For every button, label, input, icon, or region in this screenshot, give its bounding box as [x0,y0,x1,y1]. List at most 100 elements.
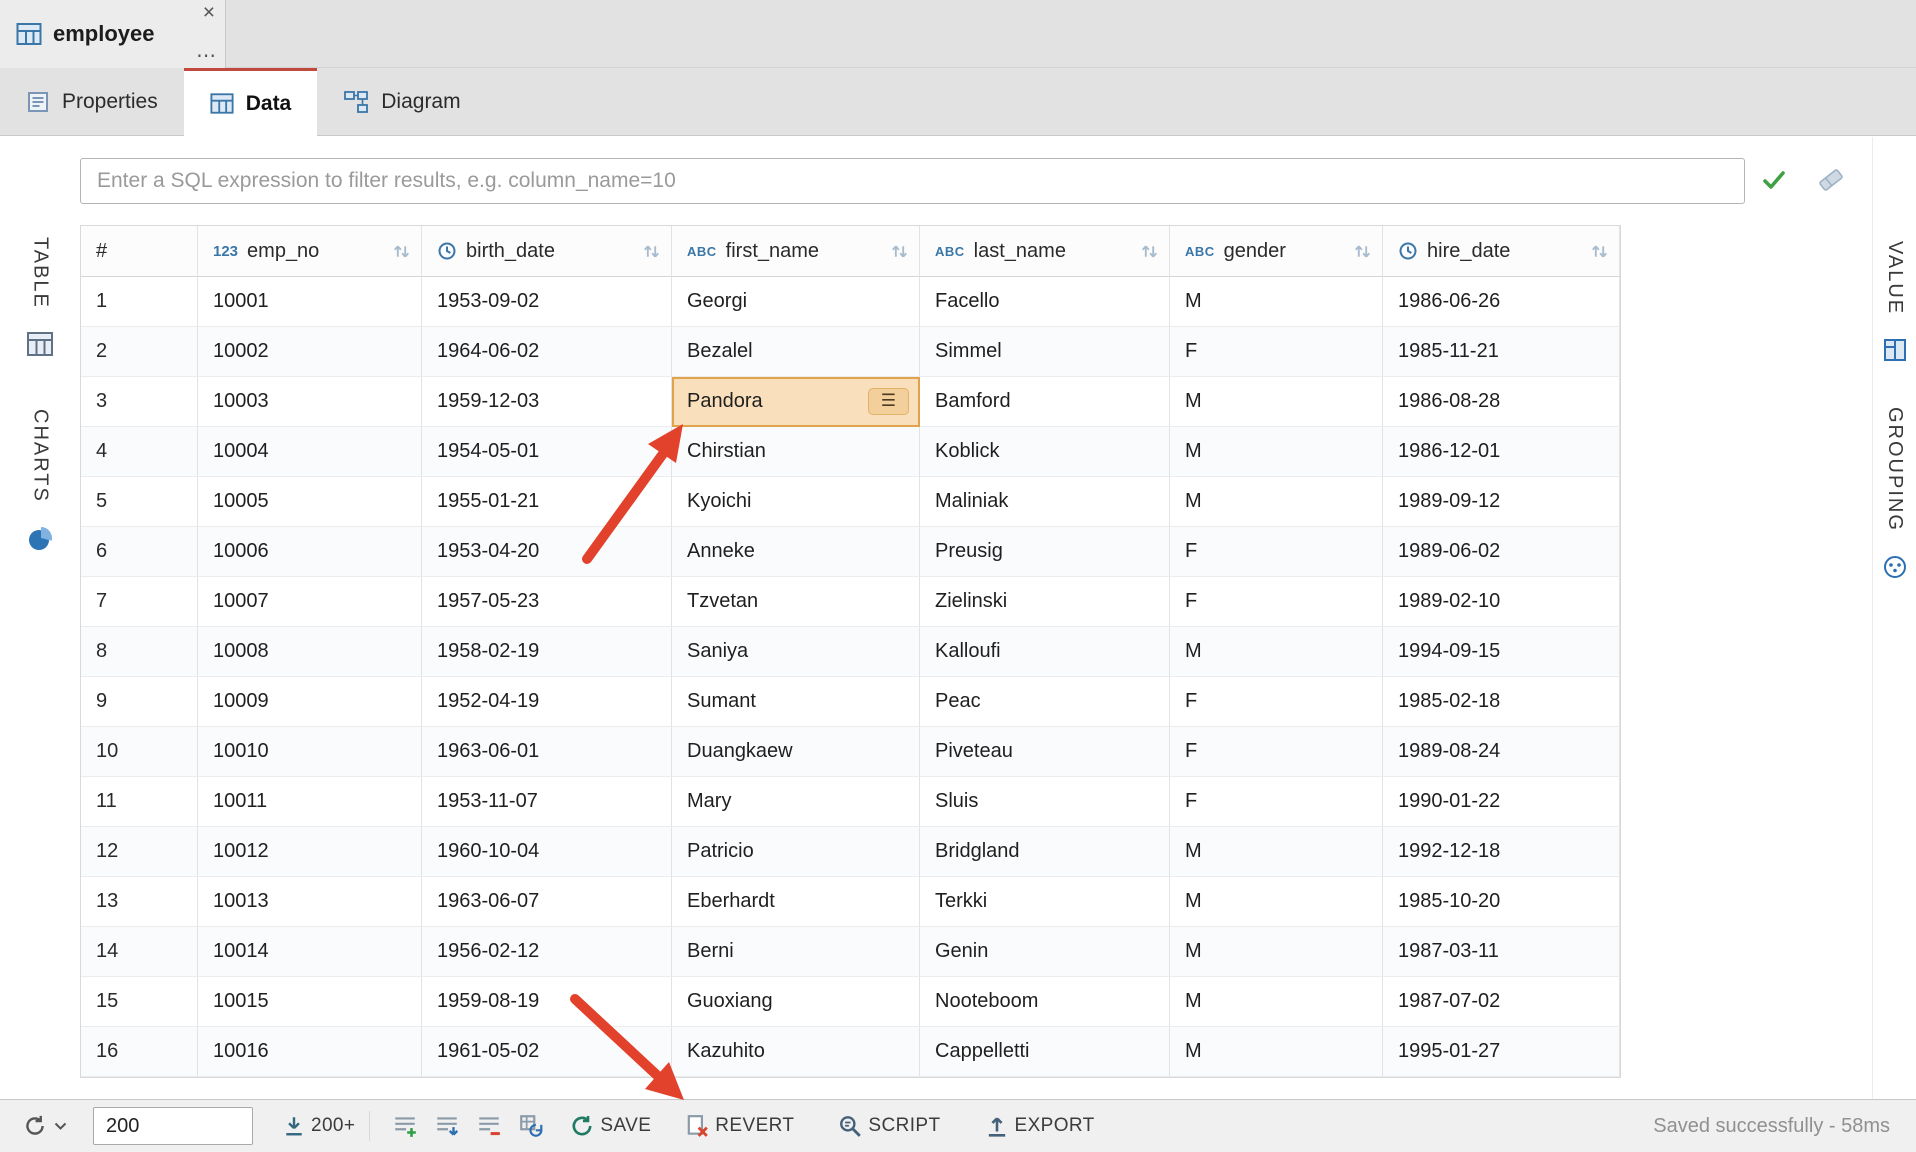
cell-birth_date[interactable]: 1953-11-07 [422,777,672,827]
cell-birth_date[interactable]: 1959-08-19 [422,977,672,1027]
cell-first_name[interactable]: Anneke [672,527,920,577]
cell-hire_date[interactable]: 1985-11-21 [1383,327,1620,377]
sort-toggle-icon[interactable] [642,242,661,261]
row-number-cell[interactable]: 10 [81,727,198,777]
cell-birth_date[interactable]: 1954-05-01 [422,427,672,477]
cell-emp_no[interactable]: 10013 [198,877,422,927]
cell-emp_no[interactable]: 10007 [198,577,422,627]
cell-last_name[interactable]: Bamford [920,377,1170,427]
cell-emp_no[interactable]: 10005 [198,477,422,527]
row-number-cell[interactable]: 16 [81,1027,198,1077]
cell-emp_no[interactable]: 10004 [198,427,422,477]
cell-emp_no[interactable]: 10009 [198,677,422,727]
cell-last_name[interactable]: Genin [920,927,1170,977]
row-number-cell[interactable]: 2 [81,327,198,377]
cell-birth_date[interactable]: 1953-09-02 [422,277,672,327]
cell-emp_no[interactable]: 10010 [198,727,422,777]
header-cell-rownum[interactable]: # [81,226,198,277]
cell-hire_date[interactable]: 1992-12-18 [1383,827,1620,877]
cell-first_name[interactable]: Georgi [672,277,920,327]
delete-row-button[interactable] [468,1109,510,1143]
cell-gender[interactable]: F [1170,577,1383,627]
cell-emp_no[interactable]: 10002 [198,327,422,377]
refresh-grid-button[interactable] [510,1109,552,1143]
cell-first_name[interactable]: Eberhardt [672,877,920,927]
cell-gender[interactable]: M [1170,1027,1383,1077]
cell-emp_no[interactable]: 10016 [198,1027,422,1077]
cell-hire_date[interactable]: 1986-06-26 [1383,277,1620,327]
cell-last_name[interactable]: Sluis [920,777,1170,827]
cell-gender[interactable]: F [1170,777,1383,827]
rail-tab-grouping[interactable]: GROUPING [1873,407,1916,580]
cell-last_name[interactable]: Preusig [920,527,1170,577]
cell-first_name[interactable]: Tzvetan [672,577,920,627]
editor-tab-employee[interactable]: employee × ⋯ [0,0,226,68]
sort-toggle-icon[interactable] [890,242,909,261]
cell-hire_date[interactable]: 1989-02-10 [1383,577,1620,627]
row-number-cell[interactable]: 14 [81,927,198,977]
cell-last_name[interactable]: Simmel [920,327,1170,377]
cell-menu-icon[interactable]: ☰ [868,388,909,416]
cell-first_name[interactable]: Berni [672,927,920,977]
cell-first_name[interactable]: Kyoichi [672,477,920,527]
cell-last_name[interactable]: Bridgland [920,827,1170,877]
header-cell-emp_no[interactable]: 123emp_no [198,226,422,277]
header-cell-last_name[interactable]: ABClast_name [920,226,1170,277]
cell-gender[interactable]: M [1170,477,1383,527]
tab-diagram[interactable]: Diagram [317,68,486,136]
row-number-cell[interactable]: 12 [81,827,198,877]
revert-button[interactable]: REVERT [685,1114,794,1138]
cell-hire_date[interactable]: 1989-09-12 [1383,477,1620,527]
cell-birth_date[interactable]: 1956-02-12 [422,927,672,977]
cell-hire_date[interactable]: 1990-01-22 [1383,777,1620,827]
row-number-cell[interactable]: 11 [81,777,198,827]
tab-overflow-icon[interactable]: ⋯ [196,46,217,66]
cell-last_name[interactable]: Terkki [920,877,1170,927]
cell-emp_no[interactable]: 10003 [198,377,422,427]
row-number-cell[interactable]: 7 [81,577,198,627]
cell-gender[interactable]: M [1170,977,1383,1027]
sort-toggle-icon[interactable] [1353,242,1372,261]
cell-first_name[interactable]: Mary [672,777,920,827]
cell-first_name[interactable]: Saniya [672,627,920,677]
tab-data[interactable]: Data [184,68,318,136]
cell-birth_date[interactable]: 1953-04-20 [422,527,672,577]
cell-hire_date[interactable]: 1989-06-02 [1383,527,1620,577]
cell-last_name[interactable]: Koblick [920,427,1170,477]
cell-first_name[interactable]: Guoxiang [672,977,920,1027]
cell-last_name[interactable]: Maliniak [920,477,1170,527]
cell-gender[interactable]: F [1170,677,1383,727]
cell-emp_no[interactable]: 10011 [198,777,422,827]
script-button[interactable]: SCRIPT [838,1114,940,1138]
cell-birth_date[interactable]: 1960-10-04 [422,827,672,877]
cell-gender[interactable]: M [1170,877,1383,927]
row-number-cell[interactable]: 5 [81,477,198,527]
fetch-size-input[interactable] [93,1107,253,1145]
cell-last_name[interactable]: Zielinski [920,577,1170,627]
cell-last_name[interactable]: Cappelletti [920,1027,1170,1077]
header-cell-birth_date[interactable]: birth_date [422,226,672,277]
clear-filter-eraser-icon[interactable] [1816,165,1846,195]
cell-emp_no[interactable]: 10012 [198,827,422,877]
header-cell-hire_date[interactable]: hire_date [1383,226,1620,277]
cell-last_name[interactable]: Kalloufi [920,627,1170,677]
row-number-cell[interactable]: 3 [81,377,198,427]
rail-tab-value[interactable]: VALUE [1873,241,1916,363]
cell-gender[interactable]: M [1170,377,1383,427]
row-number-cell[interactable]: 4 [81,427,198,477]
cell-hire_date[interactable]: 1987-07-02 [1383,977,1620,1027]
selected-cell[interactable]: Pandora☰ [672,377,920,427]
cell-birth_date[interactable]: 1961-05-02 [422,1027,672,1077]
cell-birth_date[interactable]: 1959-12-03 [422,377,672,427]
cell-first_name[interactable]: Bezalel [672,327,920,377]
row-number-cell[interactable]: 13 [81,877,198,927]
cell-birth_date[interactable]: 1963-06-07 [422,877,672,927]
cell-emp_no[interactable]: 10015 [198,977,422,1027]
sql-filter-input[interactable] [80,158,1745,204]
cell-birth_date[interactable]: 1963-06-01 [422,727,672,777]
cell-last_name[interactable]: Peac [920,677,1170,727]
rail-tab-table[interactable]: TABLE [0,237,80,357]
cell-gender[interactable]: F [1170,527,1383,577]
sort-toggle-icon[interactable] [1590,242,1609,261]
row-number-cell[interactable]: 8 [81,627,198,677]
